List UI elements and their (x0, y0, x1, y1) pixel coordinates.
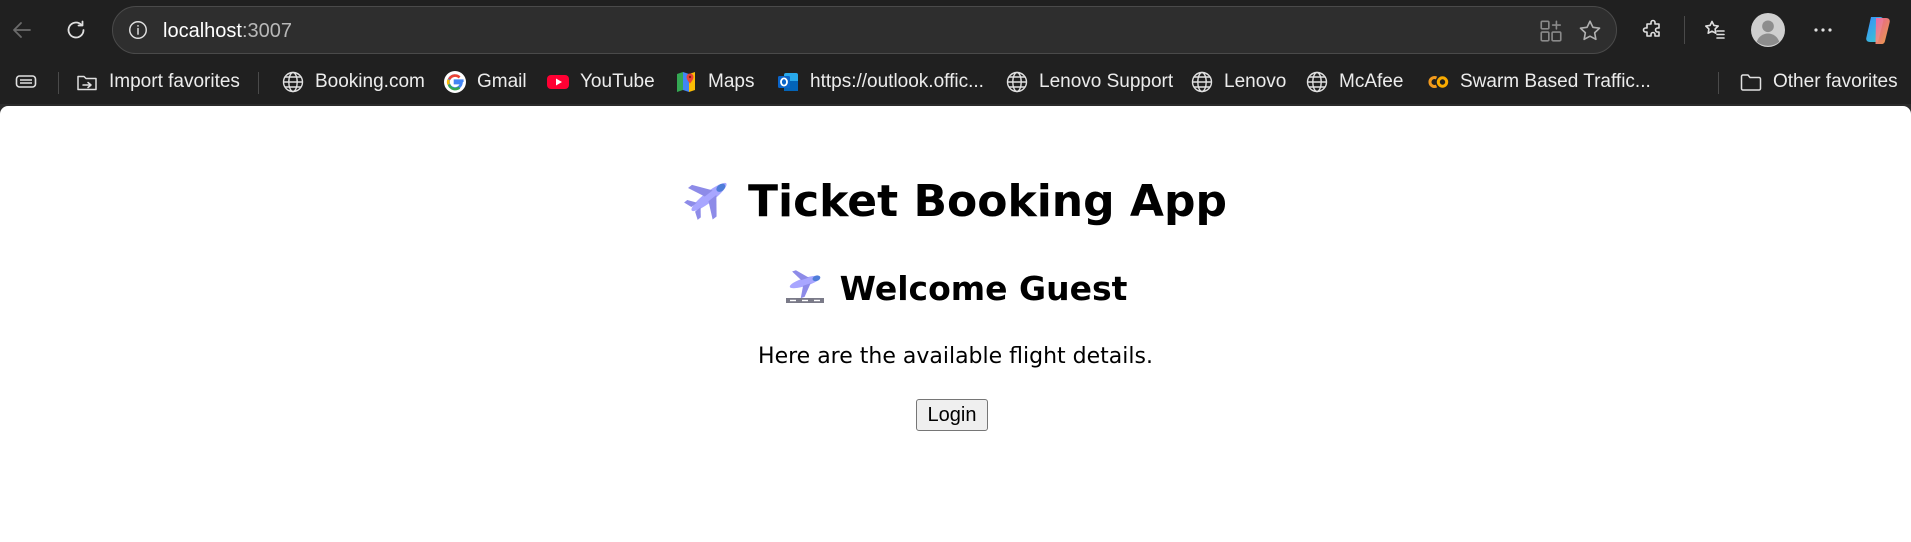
bookmarks-divider (1718, 72, 1719, 94)
url-port: :3007 (241, 20, 292, 42)
tab-actions-button[interactable] (14, 60, 48, 104)
bookmarks-bar: Import favorites Booking.com Gmail YouTu… (0, 60, 1911, 104)
bookmark-label: Import favorites (109, 71, 240, 92)
info-icon[interactable] (127, 19, 149, 41)
page-content: Ticket Booking App Welcome Guest Here ar… (0, 106, 1911, 542)
address-bar[interactable]: localhost:3007 (112, 6, 1617, 54)
page-title-text: Ticket Booking App (748, 176, 1227, 227)
bookmarks-divider (258, 72, 259, 94)
bookmark-label: Booking.com (315, 71, 425, 92)
welcome-text: Welcome Guest (839, 269, 1128, 308)
page-title: Ticket Booking App (0, 172, 1911, 233)
app-available-icon[interactable] (1538, 18, 1564, 44)
import-icon (75, 70, 99, 94)
flight-details-text: Here are the available flight details. (758, 344, 1153, 369)
bookmark-label: Gmail (477, 71, 527, 92)
outlook-icon (776, 70, 800, 94)
bookmark-lenovo[interactable]: Lenovo (1190, 60, 1286, 104)
youtube-icon (546, 70, 570, 94)
globe-icon (1190, 70, 1214, 94)
bookmark-maps[interactable]: Maps (674, 60, 754, 104)
login-button[interactable]: Login (916, 399, 988, 431)
welcome-heading: Welcome Guest (0, 266, 1911, 314)
puzzle-icon[interactable] (1633, 10, 1673, 50)
bookmark-youtube[interactable]: YouTube (546, 60, 655, 104)
maps-icon (674, 70, 698, 94)
bookmark-other-favorites[interactable]: Other favorites (1739, 60, 1898, 104)
browser-toolbar: localhost:3007 (0, 0, 1911, 60)
airplane-arrival-icon (784, 266, 826, 314)
bookmark-swarm-traffic[interactable]: Swarm Based Traffic... (1426, 60, 1651, 104)
bookmark-label: YouTube (580, 71, 655, 92)
bookmark-label: Maps (708, 71, 755, 92)
bookmarks-divider (58, 72, 59, 94)
globe-icon (1305, 70, 1329, 94)
star-icon[interactable] (1577, 18, 1603, 44)
tab-actions-icon (14, 70, 38, 94)
bookmark-label: Other favorites (1773, 71, 1898, 92)
favorites-icon[interactable] (1695, 10, 1735, 50)
refresh-icon[interactable] (56, 10, 96, 50)
bookmark-label: Lenovo (1224, 71, 1287, 92)
address-url[interactable]: localhost:3007 (163, 20, 292, 43)
profile-avatar-icon[interactable] (1748, 10, 1788, 50)
bookmark-lenovo-support[interactable]: Lenovo Support (1005, 60, 1173, 104)
bookmark-mcafee[interactable]: McAfee (1305, 60, 1403, 104)
bookmark-gmail[interactable]: Gmail (443, 60, 527, 104)
bookmark-label: Swarm Based Traffic... (1460, 71, 1651, 92)
globe-icon (1005, 70, 1029, 94)
more-icon[interactable] (1803, 10, 1843, 50)
colab-icon (1426, 70, 1450, 94)
airplane-icon (684, 172, 734, 233)
bookmark-outlook[interactable]: https://outlook.offic... (776, 60, 984, 104)
bookmark-label: McAfee (1339, 71, 1404, 92)
globe-icon (281, 70, 305, 94)
folder-icon (1739, 70, 1763, 94)
url-host: localhost (163, 20, 242, 42)
toolbar-divider (1684, 16, 1685, 44)
bookmark-label: Lenovo Support (1039, 71, 1174, 92)
copilot-icon[interactable] (1858, 10, 1898, 50)
bookmark-import-favorites[interactable]: Import favorites (75, 60, 240, 104)
bookmark-label: https://outlook.offic... (810, 71, 984, 92)
back-arrow-icon[interactable] (2, 10, 42, 50)
bookmark-booking[interactable]: Booking.com (281, 60, 425, 104)
google-icon (443, 70, 467, 94)
